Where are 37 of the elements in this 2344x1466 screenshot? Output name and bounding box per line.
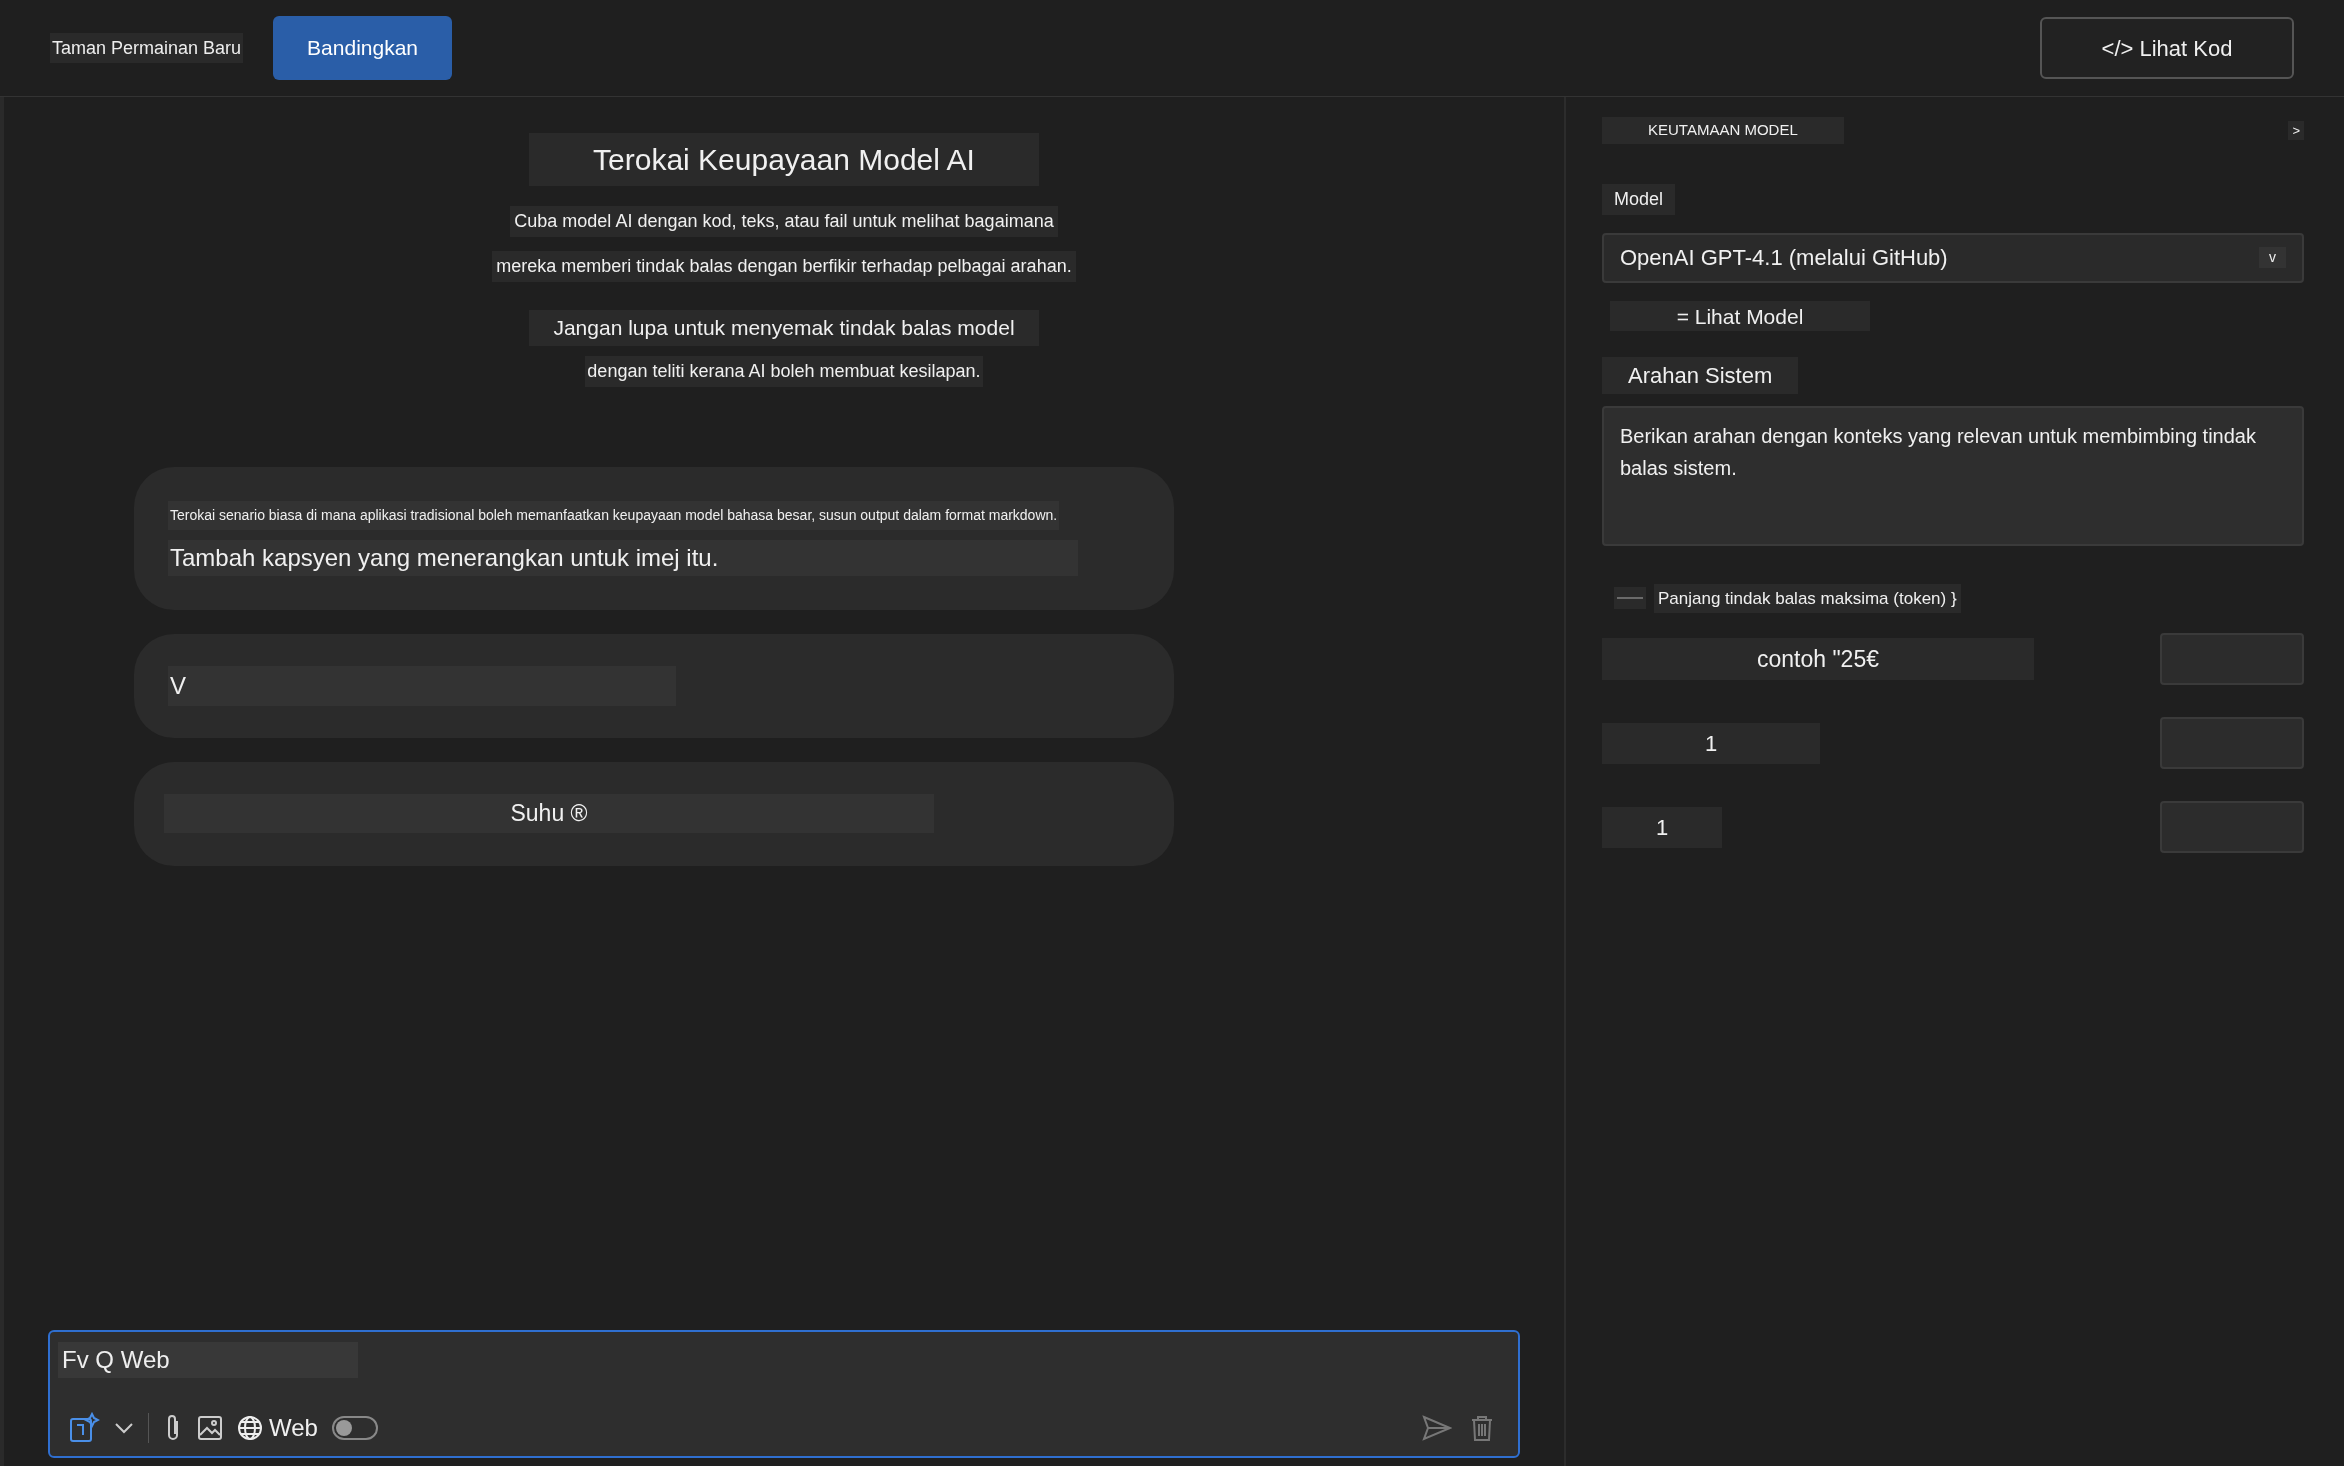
prompt-text: Tambah kapsyen yang menerangkan untuk imej itu. <box>168 539 1078 576</box>
parameter-label: 1 <box>1602 722 1820 764</box>
page-title: Terokai Keupayaan Model AI <box>529 133 1039 186</box>
send-icon[interactable] <box>1422 1415 1452 1441</box>
number-field[interactable] <box>2160 717 2304 769</box>
tab[interactable]: Bandingkan <box>273 16 453 80</box>
tab[interactable]: Taman Permainan Baru <box>50 33 244 63</box>
view-code-button[interactable]: </> Lihat Kod <box>2040 17 2294 79</box>
chevron-icon: v <box>2259 247 2286 268</box>
web-toggle[interactable] <box>331 1416 378 1440</box>
parameter-label: 1 <box>1602 806 1722 848</box>
message-composer[interactable]: Fv Q Web Web <box>48 1330 1520 1458</box>
field-label: Arahan Sistem <box>1602 356 1799 394</box>
prompt-description: Terokai senario biasa di mana aplikasi tradisional boleh memanfaatkan keupayaan model bahasa besar, susun output dalam format markdown. <box>168 500 1060 530</box>
warning-text: Jangan lupa untuk menyemak tindak balas model <box>529 310 1039 346</box>
web-label: Web <box>269 1413 318 1443</box>
number-field[interactable] <box>2160 801 2304 853</box>
description-text: Cuba model AI dengan kod, teks, atau fail untuk melihat bagaimana <box>510 206 1058 237</box>
field-text: V <box>168 665 676 706</box>
parameter-label: contoh "25€ <box>1602 637 2034 681</box>
message-input[interactable]: Fv Q Web <box>58 1342 358 1378</box>
section-heading: KEUTAMAAN MODEL <box>1602 117 1844 144</box>
collapse-button[interactable]: > <box>2288 120 2304 140</box>
model-select[interactable]: OpenAI GPT-4.1 (melalui GitHub) v <box>1602 232 2304 283</box>
trash-icon[interactable] <box>1470 1414 1494 1442</box>
field-label: Model <box>1602 183 1676 215</box>
number-field[interactable] <box>2160 633 2304 685</box>
sparkle-tool-icon[interactable] <box>68 1412 100 1444</box>
image-icon[interactable] <box>197 1415 223 1441</box>
globe-icon <box>237 1415 263 1441</box>
warning-text: dengan teliti kerana AI boleh membuat kesilapan. <box>585 355 983 387</box>
caret-icon[interactable] <box>114 1421 134 1435</box>
system-prompt-field[interactable]: Berikan arahan dengan konteks yang relevan untuk membimbing tindak balas sistem. <box>1602 405 2304 546</box>
max-tokens-label: Panjang tindak balas maksima (token) } <box>1654 583 1961 613</box>
description-text: mereka memberi tindak balas dengan berfikir terhadap pelbagai arahan. <box>492 251 1076 282</box>
parameter-label: Suhu ® <box>164 794 934 833</box>
view-models-button[interactable]: = Lihat Model <box>1610 300 1870 331</box>
